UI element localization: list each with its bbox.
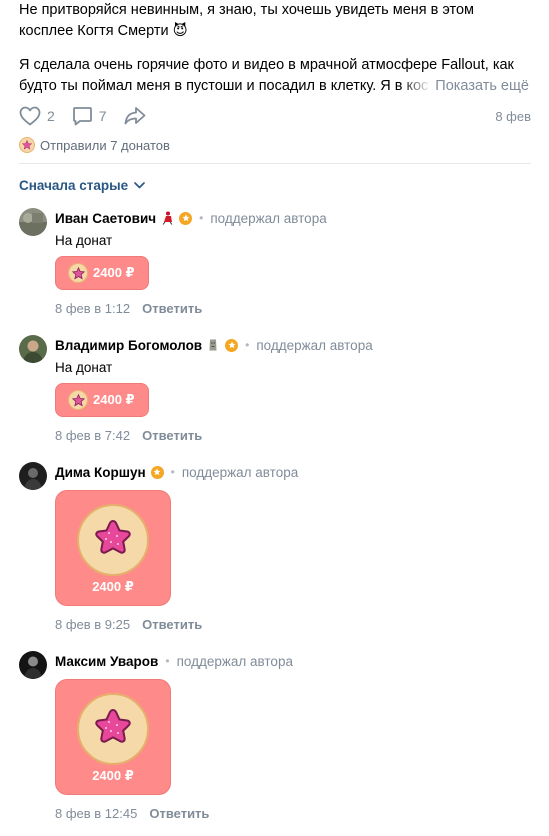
comment-date[interactable]: 8 фев в 1:12 xyxy=(55,301,130,316)
donation-card[interactable]: 2400 ₽ xyxy=(55,490,171,606)
share-icon xyxy=(124,107,145,125)
comment-item: Владимир Богомолов • поддержал автора На… xyxy=(19,335,539,450)
donations-count-text: Отправили 7 донатов xyxy=(40,137,170,153)
separator-dot: • xyxy=(170,465,175,479)
post-text: Не притворяйся невинным, я знаю, ты хоче… xyxy=(19,0,531,97)
support-label: поддержал автора xyxy=(181,464,299,480)
reply-button[interactable]: Ответить xyxy=(142,428,202,443)
comment-footer: 8 фев в 12:45 Ответить xyxy=(55,804,535,822)
comment-footer: 8 фев в 7:42 Ответить xyxy=(55,426,535,444)
author-name[interactable]: Владимир Богомолов xyxy=(55,338,202,353)
avatar[interactable] xyxy=(19,208,47,236)
donations-summary[interactable]: Отправили 7 донатов xyxy=(19,137,170,153)
reply-button[interactable]: Ответить xyxy=(142,301,202,316)
premium-badge-icon xyxy=(150,465,164,479)
sort-label: Сначала старые xyxy=(19,178,129,193)
comments-count: 7 xyxy=(98,108,107,124)
reply-button[interactable]: Ответить xyxy=(142,617,202,632)
donation-amount: 2400 ₽ xyxy=(93,265,135,280)
reply-button[interactable]: Ответить xyxy=(149,806,209,821)
show-more-link[interactable]: Показать ещё xyxy=(401,76,529,97)
separator-dot: • xyxy=(199,211,204,225)
post-text-paragraph-1: Не притворяйся невинным, я знаю, ты хоче… xyxy=(19,2,475,39)
comment-date[interactable]: 8 фев в 7:42 xyxy=(55,428,130,443)
avatar[interactable] xyxy=(19,462,47,490)
likes-count: 2 xyxy=(47,108,55,124)
comments-button[interactable]: 7 xyxy=(72,106,107,126)
donation-amount: 2400 ₽ xyxy=(92,579,134,594)
star-coin-icon xyxy=(77,693,149,765)
comment-footer: 8 фев в 1:12 Ответить xyxy=(55,299,535,317)
support-label: поддержал автора xyxy=(176,653,293,669)
divider xyxy=(19,163,531,164)
star-coin-icon xyxy=(68,263,88,283)
comment-text: На донат xyxy=(55,360,113,375)
donation-card[interactable]: 2400 ₽ xyxy=(55,679,171,795)
post-text-paragraph-2: Я сделала очень горячие фото и видео в м… xyxy=(19,55,531,97)
moai-emoji-icon xyxy=(206,338,220,352)
comment-icon xyxy=(72,107,92,126)
donation-amount: 2400 ₽ xyxy=(93,392,135,407)
support-label: поддержал автора xyxy=(256,337,373,353)
heart-icon xyxy=(19,106,41,126)
comment-date[interactable]: 8 фев в 9:25 xyxy=(55,617,130,632)
post-comments-view: Не притворяйся невинным, я знаю, ты хоче… xyxy=(0,0,549,836)
author-name[interactable]: Иван Саетович xyxy=(55,211,156,226)
like-button[interactable]: 2 xyxy=(19,106,55,126)
comment-text: На донат xyxy=(55,233,113,248)
share-button[interactable] xyxy=(124,106,146,126)
avatar[interactable] xyxy=(19,651,47,679)
comment-header: Иван Саетович • поддержал автора xyxy=(55,208,535,228)
avatar[interactable] xyxy=(19,335,47,363)
sort-dropdown[interactable]: Сначала старые xyxy=(19,178,146,193)
star-coin-icon xyxy=(77,504,149,576)
comment-item: Иван Саетович • поддержал автора На дона… xyxy=(19,208,539,323)
author-name[interactable]: Максим Уваров xyxy=(55,654,158,669)
dancer-emoji-icon xyxy=(160,211,174,225)
premium-badge-icon xyxy=(179,211,193,225)
comment-header: Максим Уваров • поддержал автора xyxy=(55,651,535,671)
comment-item: Дима Коршун • поддержал автора 2400 ₽ 8 … xyxy=(19,462,539,642)
chevron-down-icon xyxy=(134,182,146,189)
comment-item: Максим Уваров • поддержал автора 2400 ₽ … xyxy=(19,651,539,831)
comment-footer: 8 фев в 9:25 Ответить xyxy=(55,615,535,633)
author-name[interactable]: Дима Коршун xyxy=(55,465,146,480)
support-label: поддержал автора xyxy=(210,210,327,226)
star-coin-icon xyxy=(68,390,88,410)
comment-header: Владимир Богомолов • поддержал автора xyxy=(55,335,535,355)
donation-amount: 2400 ₽ xyxy=(92,768,134,783)
donation-chip[interactable]: 2400 ₽ xyxy=(55,256,149,290)
donation-chip[interactable]: 2400 ₽ xyxy=(55,383,149,417)
separator-dot: • xyxy=(165,654,170,668)
premium-badge-icon xyxy=(225,338,239,352)
post-actions: 2 7 8 фев xyxy=(19,104,531,128)
separator-dot: • xyxy=(245,338,250,352)
star-coin-icon xyxy=(19,137,35,153)
comment-date[interactable]: 8 фев в 12:45 xyxy=(55,806,137,821)
comment-header: Дима Коршун • поддержал автора xyxy=(55,462,535,482)
post-date: 8 фев xyxy=(495,108,531,124)
